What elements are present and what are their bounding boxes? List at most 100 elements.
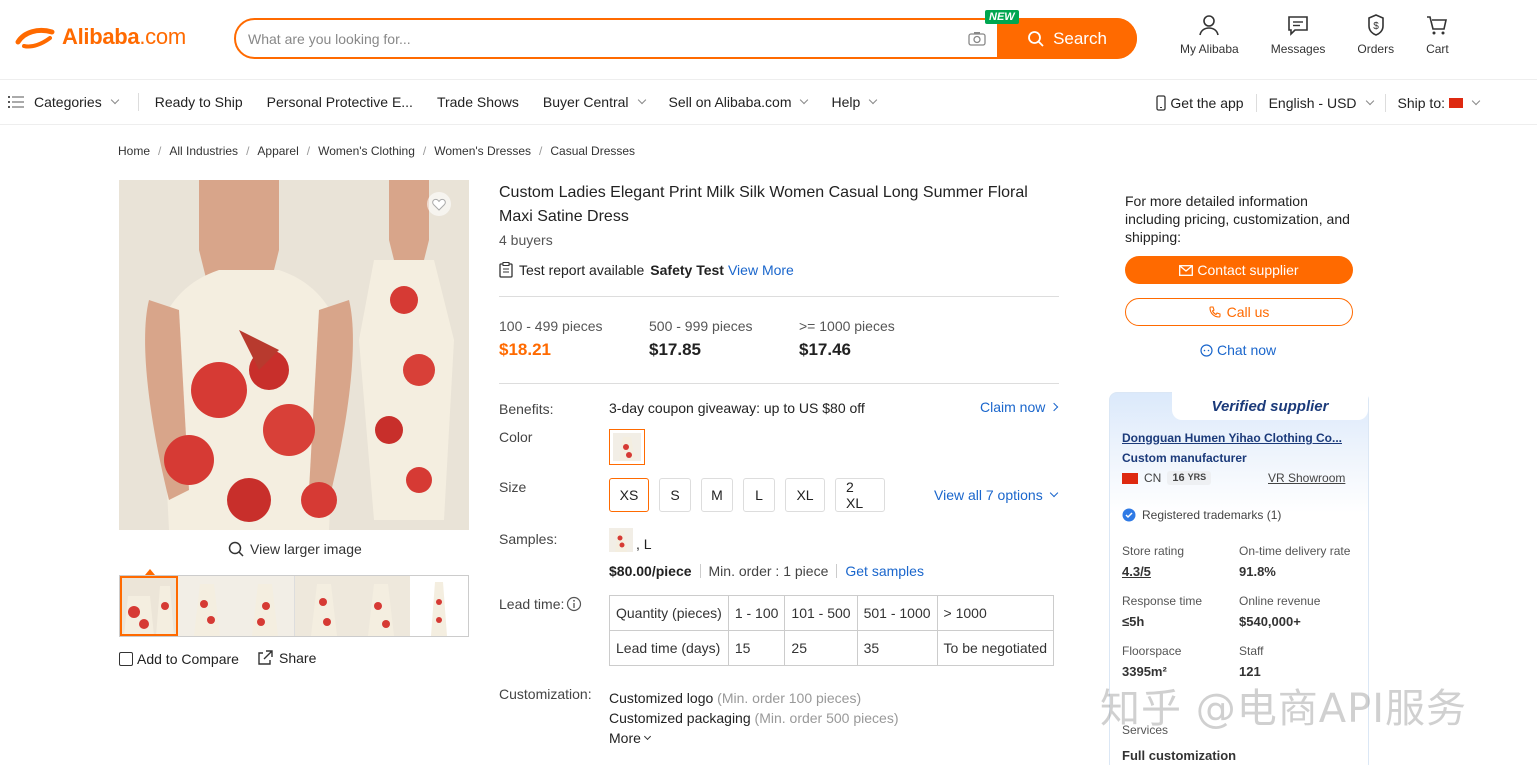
- get-app-link[interactable]: Get the app: [1156, 95, 1244, 111]
- size-option-xl[interactable]: XL: [785, 478, 825, 512]
- nav-sell[interactable]: Sell on Alibaba.com: [669, 94, 809, 110]
- nav-divider: [1255, 94, 1257, 112]
- nav-trade-shows[interactable]: Trade Shows: [437, 94, 519, 110]
- call-us-button[interactable]: Call us: [1125, 298, 1353, 326]
- nav-help[interactable]: Help: [831, 94, 878, 110]
- thumbnail[interactable]: [236, 576, 294, 636]
- breadcrumb-home[interactable]: Home: [118, 144, 150, 158]
- color-swatch[interactable]: [609, 429, 645, 465]
- search-input[interactable]: [236, 20, 963, 57]
- breadcrumb-womens-dresses[interactable]: Women's Dresses: [434, 144, 531, 158]
- messages-button[interactable]: Messages: [1271, 14, 1325, 56]
- sample-thumbnail: [609, 528, 633, 552]
- years-value: 16: [1172, 472, 1185, 484]
- view-larger-image-link[interactable]: View larger image: [228, 541, 362, 557]
- price-tiers: 100 - 499 pieces $18.21 500 - 999 pieces…: [499, 318, 949, 360]
- chat-now-link[interactable]: Chat now: [1200, 342, 1276, 358]
- top-nav: Categories Ready to Ship Personal Protec…: [0, 79, 1537, 125]
- claim-now-label: Claim now: [980, 399, 1046, 415]
- nav-right: Get the app English - USD Ship to:: [1156, 80, 1481, 126]
- table-cell: 15: [727, 630, 786, 666]
- size-option-m[interactable]: M: [701, 478, 733, 512]
- sample-variant: , L: [636, 536, 652, 552]
- add-to-compare[interactable]: Add to Compare: [119, 651, 239, 667]
- contact-supplier-button[interactable]: Contact supplier: [1125, 256, 1353, 284]
- view-more-link[interactable]: View More: [728, 262, 794, 278]
- supplier-name-link[interactable]: Dongguan Humen Yihao Clothing Co...: [1122, 431, 1352, 445]
- vr-showroom-link[interactable]: VR Showroom: [1268, 471, 1345, 485]
- benefits-label: Benefits:: [499, 401, 554, 417]
- nav-buyer-central[interactable]: Buyer Central: [543, 94, 646, 110]
- breadcrumb: Home / All Industries / Apparel / Women's C…: [118, 144, 635, 158]
- stat-response-time: Response time ≤5h: [1122, 594, 1202, 629]
- get-samples-link[interactable]: Get samples: [845, 563, 924, 579]
- nav-divider: [1384, 94, 1386, 112]
- breadcrumb-womens-clothing[interactable]: Women's Clothing: [318, 144, 415, 158]
- benefits-text: 3-day coupon giveaway: up to US $80 off: [609, 400, 865, 416]
- size-options: XS S M L XL 2 XL: [609, 478, 895, 512]
- supplier-country: CN: [1144, 471, 1162, 485]
- language-selector[interactable]: English - USD: [1269, 95, 1374, 111]
- compare-checkbox[interactable]: [119, 652, 133, 666]
- size-option-2xl[interactable]: 2 XL: [835, 478, 885, 512]
- info-icon[interactable]: [566, 596, 582, 612]
- nav-ppe[interactable]: Personal Protective E...: [267, 94, 413, 110]
- alibaba-logo[interactable]: Alibaba.com: [14, 24, 186, 50]
- customization-item: Customized packaging (Min. order 500 pie…: [609, 708, 898, 728]
- customization-list: Customized logo (Min. order 100 pieces) …: [609, 688, 898, 748]
- my-alibaba-button[interactable]: My Alibaba: [1180, 14, 1239, 56]
- customization-name: Customized logo: [609, 690, 714, 706]
- chevron-down-icon: [1365, 96, 1374, 106]
- breadcrumb-all-industries[interactable]: All Industries: [169, 144, 238, 158]
- stat-label: Store rating: [1122, 544, 1185, 558]
- divider: [499, 383, 1059, 384]
- orders-icon: $: [1367, 14, 1384, 36]
- view-all-options-link[interactable]: View all 7 options: [934, 487, 1058, 503]
- product-title: Custom Ladies Elegant Print Milk Silk Wo…: [499, 184, 1028, 225]
- tier-quantity: 100 - 499 pieces: [499, 318, 603, 334]
- nav-help-label: Help: [831, 94, 861, 110]
- share-button[interactable]: Share: [257, 650, 316, 666]
- camera-icon[interactable]: [963, 20, 991, 57]
- favorite-heart-icon[interactable]: [427, 192, 451, 216]
- chevron-down-icon: [637, 95, 646, 105]
- trademarks-label: Registered trademarks (1): [1142, 508, 1282, 522]
- verified-supplier-badge: Verified supplier: [1172, 392, 1368, 420]
- years-badge: 16 YRS: [1167, 471, 1212, 485]
- claim-now-link[interactable]: Claim now: [980, 399, 1059, 415]
- call-us-label: Call us: [1226, 304, 1270, 320]
- view-all-label: View all 7 options: [934, 487, 1043, 503]
- search-bar: NEW Search: [234, 10, 1137, 59]
- size-option-xs[interactable]: XS: [609, 478, 649, 512]
- more-toggle[interactable]: More: [609, 728, 898, 748]
- nav-ready-to-ship[interactable]: Ready to Ship: [155, 94, 243, 110]
- chevron-down-icon: [1471, 96, 1481, 106]
- breadcrumb-casual-dresses[interactable]: Casual Dresses: [550, 144, 635, 158]
- stat-staff: Staff 121: [1239, 644, 1263, 679]
- thumbnail[interactable]: [178, 576, 236, 636]
- sample-price-row: $80.00/piece Min. order : 1 piece Get sa…: [609, 563, 924, 579]
- breadcrumb-apparel[interactable]: Apparel: [257, 144, 298, 158]
- search-button[interactable]: NEW Search: [985, 10, 1137, 59]
- thumbnail[interactable]: [120, 576, 178, 636]
- stat-value: ≤5h: [1122, 614, 1145, 629]
- store-rating-link[interactable]: 4.3/5: [1122, 564, 1184, 579]
- trademarks-row: Registered trademarks (1): [1122, 508, 1281, 522]
- tier-price: $17.85: [649, 340, 701, 359]
- cart-button[interactable]: Cart: [1426, 14, 1449, 56]
- thumbnail[interactable]: [410, 576, 468, 636]
- stat-value: $540,000+: [1239, 614, 1301, 629]
- size-option-l[interactable]: L: [743, 478, 775, 512]
- table-cell: To be negotiated: [936, 630, 1055, 666]
- categories-menu[interactable]: Categories: [8, 94, 119, 110]
- thumbnail[interactable]: [294, 576, 352, 636]
- chevron-down-icon: [643, 732, 651, 741]
- orders-button[interactable]: $ Orders: [1357, 14, 1394, 56]
- categories-label: Categories: [34, 94, 102, 110]
- size-option-s[interactable]: S: [659, 478, 691, 512]
- ship-to-selector[interactable]: Ship to:: [1398, 95, 1481, 111]
- main-product-image[interactable]: [119, 180, 469, 530]
- thumbnail[interactable]: [352, 576, 410, 636]
- new-badge: NEW: [985, 10, 1019, 24]
- cart-icon: [1427, 16, 1448, 35]
